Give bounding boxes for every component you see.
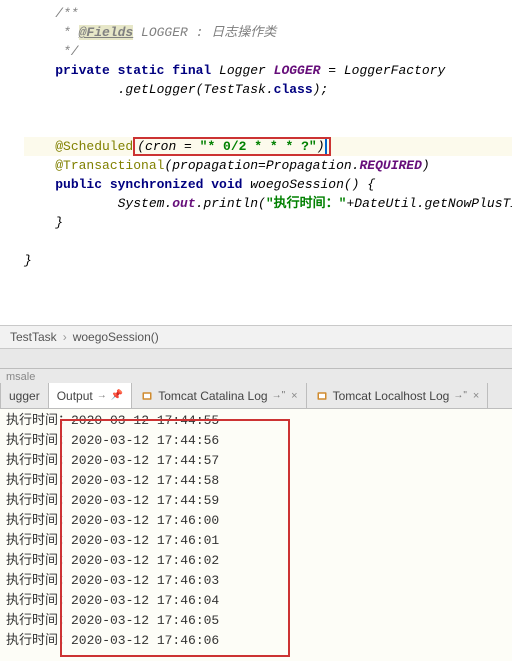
tab-catalina-log[interactable]: Tomcat Catalina Log →" × bbox=[132, 383, 306, 408]
panel-divider[interactable] bbox=[0, 349, 512, 369]
arrow-right-icon: →" bbox=[453, 390, 467, 401]
close-icon[interactable]: × bbox=[291, 390, 297, 402]
console-line: 执行时间：2020-03-12 17:44:58 bbox=[6, 471, 512, 491]
method-signature: public synchronized void woegoSession() … bbox=[24, 175, 512, 194]
console-line: 执行时间：2020-03-12 17:46:01 bbox=[6, 531, 512, 551]
comment-line: */ bbox=[24, 42, 512, 61]
console-line: 执行时间：2020-03-12 17:46:00 bbox=[6, 511, 512, 531]
blank-line bbox=[24, 270, 512, 289]
blank-line bbox=[24, 99, 512, 118]
console-line: 执行时间：2020-03-12 17:46:03 bbox=[6, 571, 512, 591]
code-line: } bbox=[24, 213, 512, 232]
code-editor[interactable]: /** * @Fields LOGGER : 日志操作类 */ private … bbox=[0, 0, 512, 325]
doc-tag: @Fields bbox=[79, 25, 134, 40]
transactional-annotation-line: @Transactional(propagation=Propagation.R… bbox=[24, 156, 512, 175]
scheduled-annotation-line: @Scheduled(cron = "* 0/2 * * * ?") bbox=[24, 137, 512, 156]
console-line: 执行时间：2020-03-12 17:46:04 bbox=[6, 591, 512, 611]
comment-line: * @Fields LOGGER : 日志操作类 bbox=[24, 23, 512, 42]
arrow-right-icon: → bbox=[97, 390, 107, 401]
cron-highlight-box: (cron = "* 0/2 * * * ?") bbox=[133, 137, 330, 156]
blank-line bbox=[24, 118, 512, 137]
close-icon[interactable]: × bbox=[473, 390, 479, 402]
code-line: private static final Logger LOGGER = Log… bbox=[24, 61, 512, 80]
pin-icon[interactable]: 📌 bbox=[111, 390, 123, 401]
breadcrumb-separator: › bbox=[63, 330, 67, 344]
console-line: 执行时间：2020-03-12 17:44:56 bbox=[6, 431, 512, 451]
code-line: .getLogger(TestTask.class); bbox=[24, 80, 512, 99]
console-line: 执行时间：2020-03-12 17:44:57 bbox=[6, 451, 512, 471]
panel-label: msale bbox=[0, 369, 512, 383]
breadcrumb-item[interactable]: TestTask bbox=[10, 330, 57, 344]
code-line: System.out.println("执行时间："+DateUtil.getN… bbox=[24, 194, 512, 213]
tomcat-icon bbox=[315, 389, 329, 403]
console-output[interactable]: 执行时间：2020-03-12 17:44:55执行时间：2020-03-12 … bbox=[0, 409, 512, 661]
tab-debugger[interactable]: ugger bbox=[0, 383, 49, 408]
tab-localhost-log[interactable]: Tomcat Localhost Log →" × bbox=[307, 383, 489, 408]
tab-output[interactable]: Output → 📌 bbox=[49, 383, 132, 408]
comment-line: /** bbox=[24, 4, 512, 23]
tomcat-icon bbox=[140, 389, 154, 403]
breadcrumb[interactable]: TestTask › woegoSession() bbox=[0, 325, 512, 349]
blank-line bbox=[24, 232, 512, 251]
console-line: 执行时间：2020-03-12 17:46:06 bbox=[6, 631, 512, 651]
console-line: 执行时间：2020-03-12 17:44:55 bbox=[6, 411, 512, 431]
console-line: 执行时间：2020-03-12 17:46:05 bbox=[6, 611, 512, 631]
console-line: 执行时间：2020-03-12 17:46:02 bbox=[6, 551, 512, 571]
code-line: } bbox=[24, 251, 512, 270]
console-line: 执行时间：2020-03-12 17:44:59 bbox=[6, 491, 512, 511]
arrow-right-icon: →" bbox=[272, 390, 286, 401]
breadcrumb-item[interactable]: woegoSession() bbox=[73, 330, 159, 344]
output-tabs: ugger Output → 📌 Tomcat Catalina Log →" … bbox=[0, 383, 512, 409]
